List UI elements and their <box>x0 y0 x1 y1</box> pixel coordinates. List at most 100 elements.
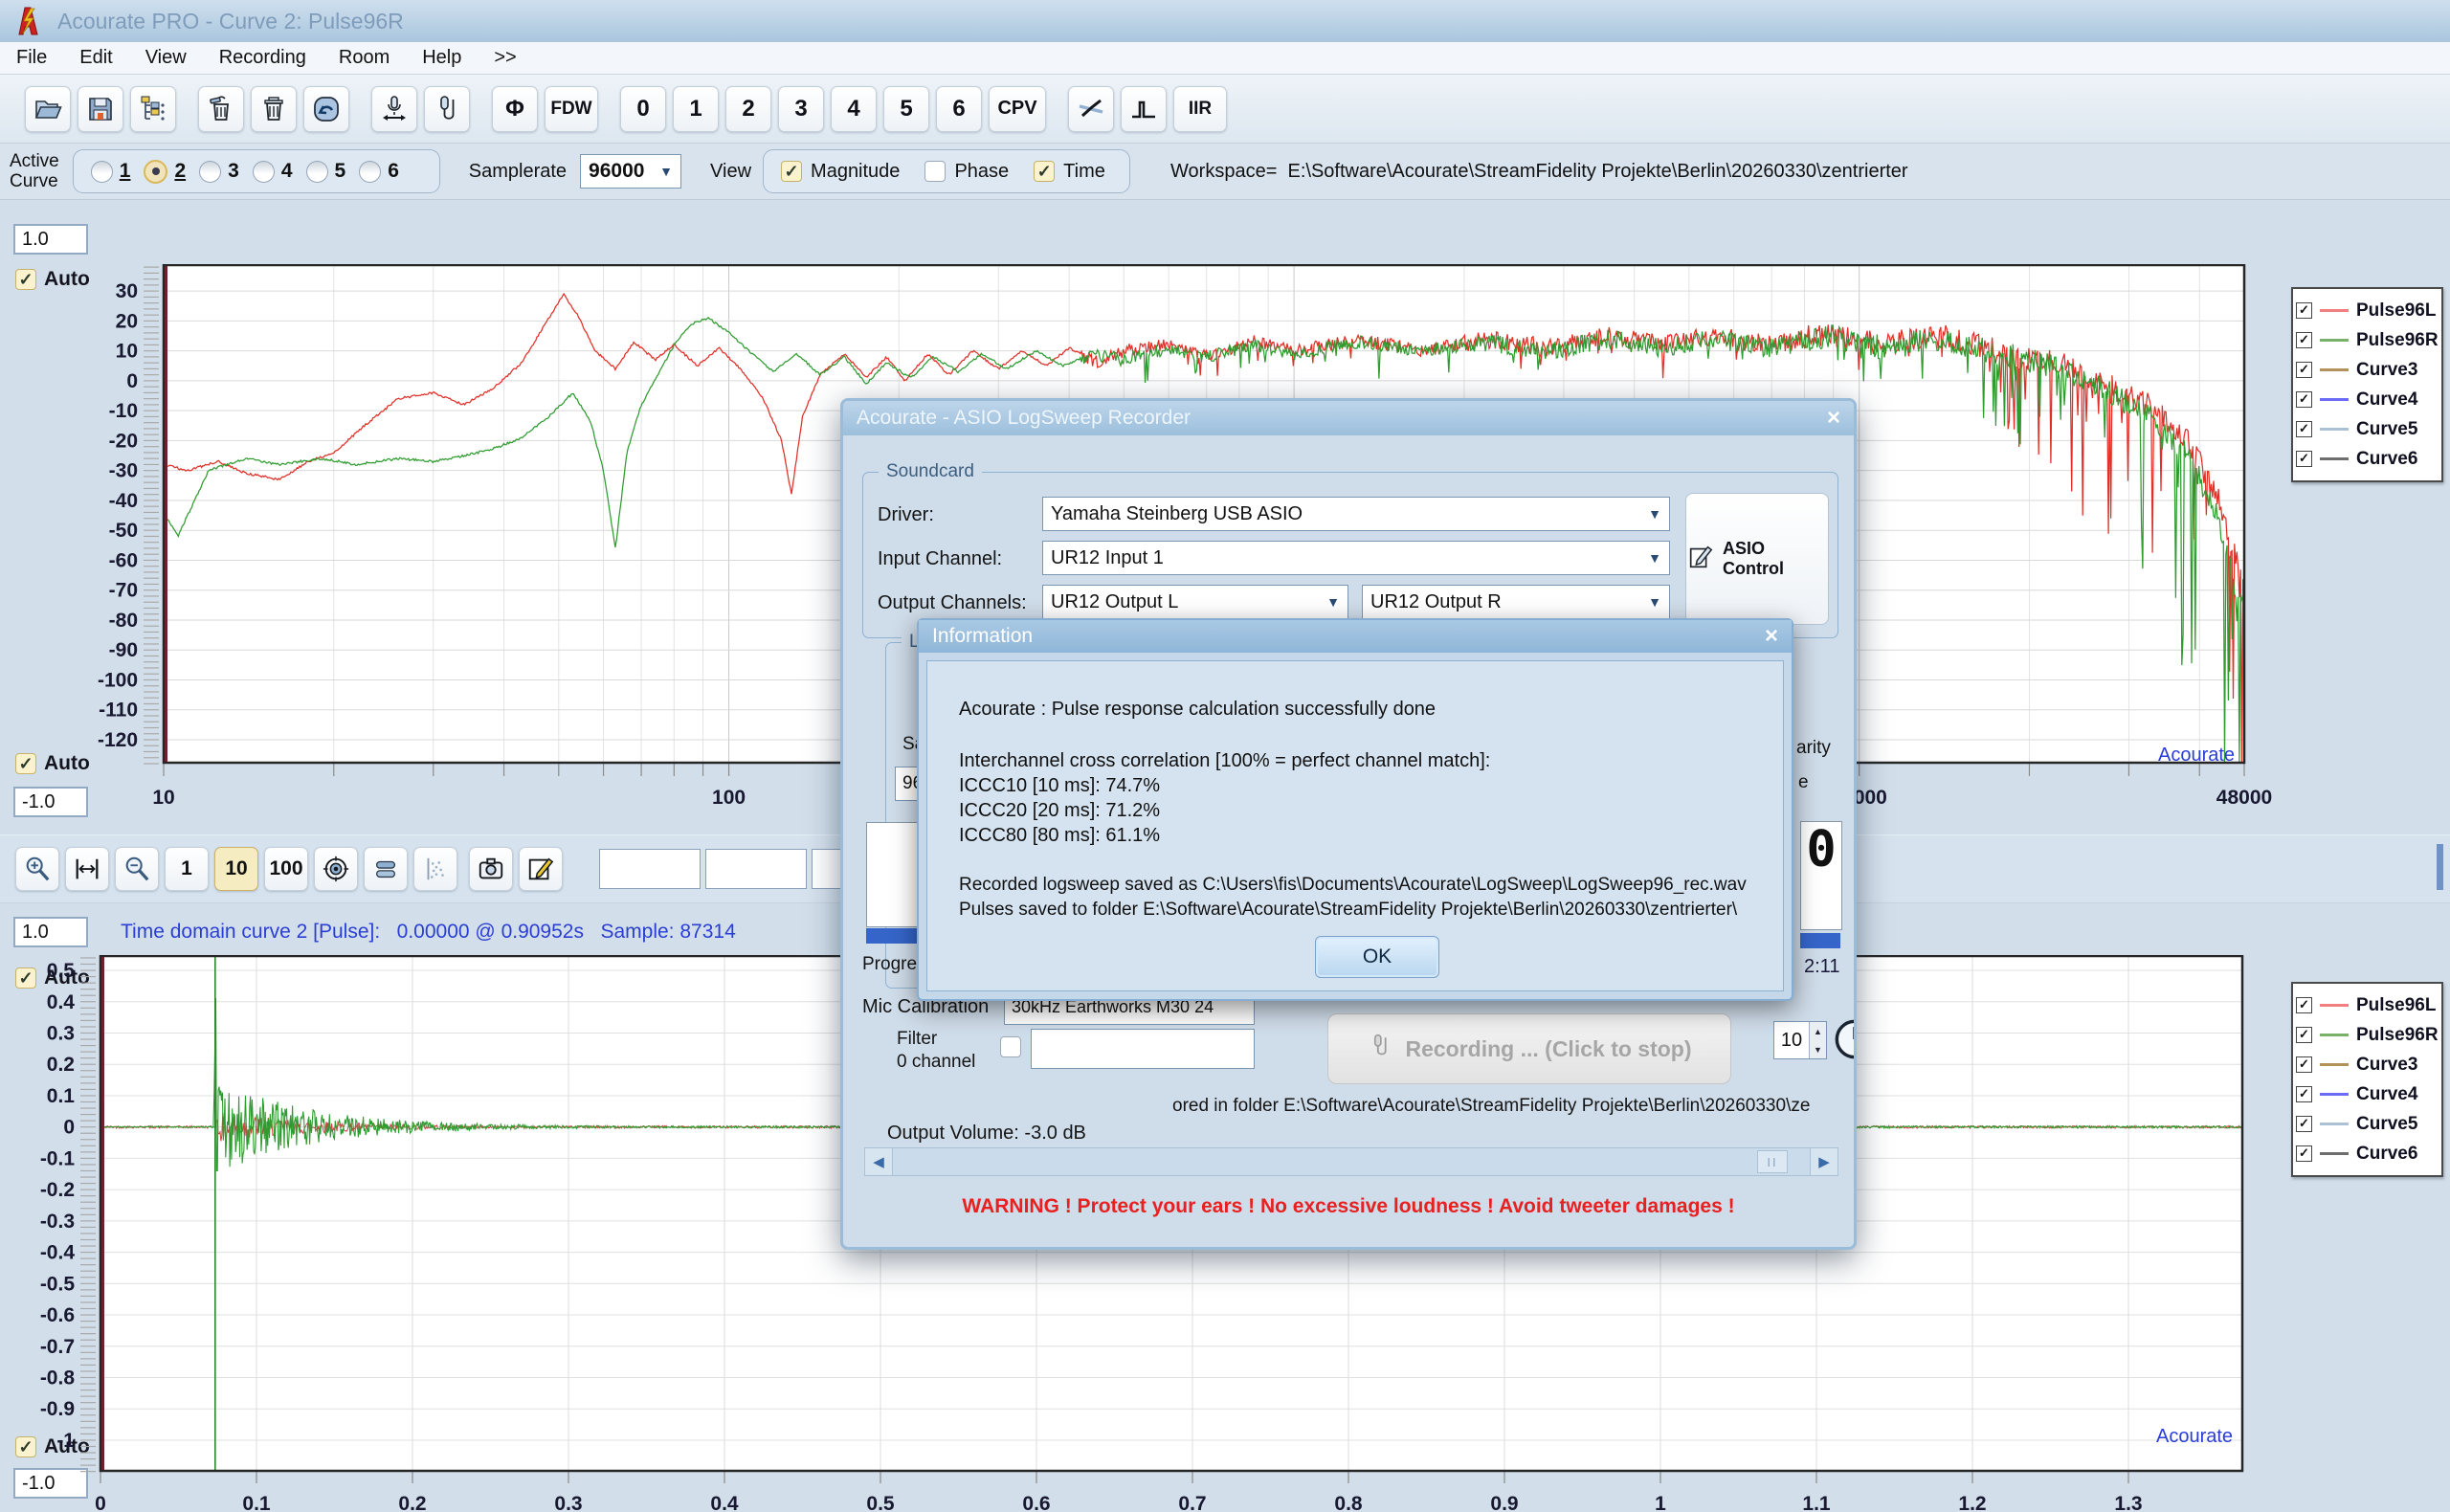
delete-curve-button[interactable] <box>198 86 244 132</box>
repeat-spinner[interactable]: 10 ▲▼ <box>1773 1021 1827 1059</box>
bottom-chart-max-field[interactable]: 1.0 <box>13 917 88 947</box>
view-checkbox-phase[interactable] <box>924 161 946 182</box>
pulse-tool-button[interactable] <box>1121 86 1167 132</box>
zoom-in-button[interactable] <box>15 847 59 891</box>
coordinate-field-1[interactable] <box>599 849 701 889</box>
edit-curve-button[interactable] <box>519 847 563 891</box>
chevron-down-icon: ▼ <box>1648 550 1661 566</box>
view-checkbox-magnitude[interactable]: ✓ <box>781 161 802 182</box>
top-chart-max-field[interactable]: 1.0 <box>13 224 88 255</box>
output-right-select[interactable]: UR12 Output R▼ <box>1362 585 1670 619</box>
scroll-left-icon[interactable]: ◀ <box>865 1148 893 1175</box>
legend-line-sample <box>2320 309 2349 312</box>
curve-1-button[interactable]: 1 <box>673 86 719 132</box>
scatter-button[interactable] <box>413 847 457 891</box>
crossover-button[interactable] <box>1068 86 1114 132</box>
iir-button[interactable]: IIR <box>1173 86 1227 132</box>
menu-item-recording[interactable]: Recording <box>203 42 323 74</box>
input-channel-select[interactable]: UR12 Input 1▼ <box>1042 541 1670 575</box>
active-curve-radio-3[interactable] <box>199 161 221 183</box>
menu-item-[interactable]: >> <box>478 42 532 74</box>
open-button[interactable] <box>25 86 71 132</box>
filter-field[interactable] <box>1031 1029 1255 1069</box>
spinner-down-icon[interactable]: ▼ <box>1810 1040 1826 1058</box>
svg-text:20: 20 <box>116 310 138 332</box>
curve-6-button[interactable]: 6 <box>936 86 982 132</box>
zoom-1-button[interactable]: 1 <box>165 847 209 891</box>
legend-checkbox[interactable]: ✓ <box>2296 421 2312 437</box>
dialog-title-bar[interactable]: Acourate - ASIO LogSweep Recorder × <box>843 401 1854 435</box>
fdw-button[interactable]: FDW <box>545 86 598 132</box>
active-curve-radio-4[interactable] <box>253 161 275 183</box>
menu-item-view[interactable]: View <box>129 42 203 74</box>
scroll-right-icon[interactable]: ▶ <box>1810 1148 1838 1175</box>
scrollbar-thumb[interactable]: II <box>1757 1150 1788 1173</box>
legend-line-sample <box>2320 1093 2349 1096</box>
driver-select[interactable]: Yamaha Steinberg USB ASIO▼ <box>1042 497 1670 531</box>
dialog-title-bar[interactable]: Information × <box>919 620 1792 653</box>
fit-width-button[interactable] <box>65 847 109 891</box>
active-curve-radio-2[interactable] <box>144 160 167 184</box>
curve-5-button[interactable]: 5 <box>883 86 929 132</box>
cpv-button[interactable]: CPV <box>989 86 1046 132</box>
ok-button[interactable]: OK <box>1315 936 1439 978</box>
legend-row-pulse96l: ✓ Pulse96L <box>2296 990 2441 1020</box>
active-curve-radio-1[interactable] <box>91 161 113 183</box>
curve-tree-button[interactable] <box>130 86 176 132</box>
curve-0-button[interactable]: 0 <box>620 86 666 132</box>
legend-checkbox[interactable]: ✓ <box>2296 362 2312 378</box>
legend-label: Pulse96L <box>2356 995 2436 1016</box>
curve-4-button[interactable]: 4 <box>831 86 877 132</box>
zoom-10-button[interactable]: 10 <box>214 847 258 891</box>
legend-checkbox[interactable]: ✓ <box>2296 451 2312 467</box>
coordinate-field-2[interactable] <box>705 849 807 889</box>
legend-checkbox[interactable]: ✓ <box>2296 1116 2312 1132</box>
undo-button[interactable] <box>303 86 349 132</box>
mic-align-button[interactable] <box>371 86 417 132</box>
mic-arrows-icon <box>379 94 410 124</box>
legend-row-pulse96l: ✓Pulse96L <box>2296 296 2441 325</box>
legend-checkbox[interactable]: ✓ <box>2296 1027 2312 1043</box>
output-left-select[interactable]: UR12 Output L▼ <box>1042 585 1348 619</box>
save-button[interactable] <box>78 86 123 132</box>
legend-checkbox[interactable]: ✓ <box>2296 1086 2312 1102</box>
zoom-100-button[interactable]: 100 <box>264 847 308 891</box>
legend-checkbox[interactable]: ✓ <box>2296 302 2312 319</box>
legend-checkbox[interactable]: ✓ <box>2296 997 2312 1013</box>
menu-item-edit[interactable]: Edit <box>63 42 128 74</box>
logsweep-recorder-button[interactable] <box>424 86 470 132</box>
close-icon[interactable]: × <box>1827 407 1840 430</box>
info-message-line: ICCC20 [20 ms]: 71.2% <box>959 800 1160 822</box>
svg-text:-0.5: -0.5 <box>40 1273 76 1295</box>
menu-item-help[interactable]: Help <box>406 42 478 74</box>
close-icon[interactable]: × <box>1765 625 1778 648</box>
legend-checkbox[interactable]: ✓ <box>2296 1145 2312 1162</box>
scroll-gripper[interactable] <box>2437 844 2443 890</box>
legend-label: Curve3 <box>2356 1055 2417 1076</box>
spinner-up-icon[interactable]: ▲ <box>1810 1022 1826 1040</box>
snapshot-button[interactable] <box>469 847 513 891</box>
legend-checkbox[interactable]: ✓ <box>2296 1056 2312 1073</box>
volume-scrollbar[interactable]: ◀ II ▶ <box>864 1147 1838 1176</box>
filter-checkbox[interactable] <box>1000 1036 1021 1057</box>
zoom-out-button[interactable] <box>115 847 159 891</box>
delete-button[interactable] <box>251 86 297 132</box>
active-curve-radio-6[interactable] <box>359 161 381 183</box>
samplerate-select[interactable]: 96000▼ <box>580 154 681 189</box>
target-button[interactable] <box>314 847 358 891</box>
asio-control-button[interactable]: ASIO Control <box>1685 493 1829 625</box>
svg-text:-0.4: -0.4 <box>40 1242 76 1264</box>
camera-icon <box>477 855 505 883</box>
menu-item-file[interactable]: File <box>0 42 63 74</box>
timer-button[interactable] <box>1833 1017 1857 1066</box>
view-checkbox-time[interactable]: ✓ <box>1034 161 1055 182</box>
phase-button[interactable]: Φ <box>492 86 538 132</box>
active-curve-radio-5[interactable] <box>306 161 328 183</box>
recording-button[interactable]: Recording ... (Click to stop) <box>1327 1013 1731 1084</box>
legend-checkbox[interactable]: ✓ <box>2296 391 2312 408</box>
curve-3-button[interactable]: 3 <box>778 86 824 132</box>
menu-item-room[interactable]: Room <box>323 42 406 74</box>
layers-button[interactable] <box>364 847 408 891</box>
legend-checkbox[interactable]: ✓ <box>2296 332 2312 348</box>
curve-2-button[interactable]: 2 <box>725 86 771 132</box>
